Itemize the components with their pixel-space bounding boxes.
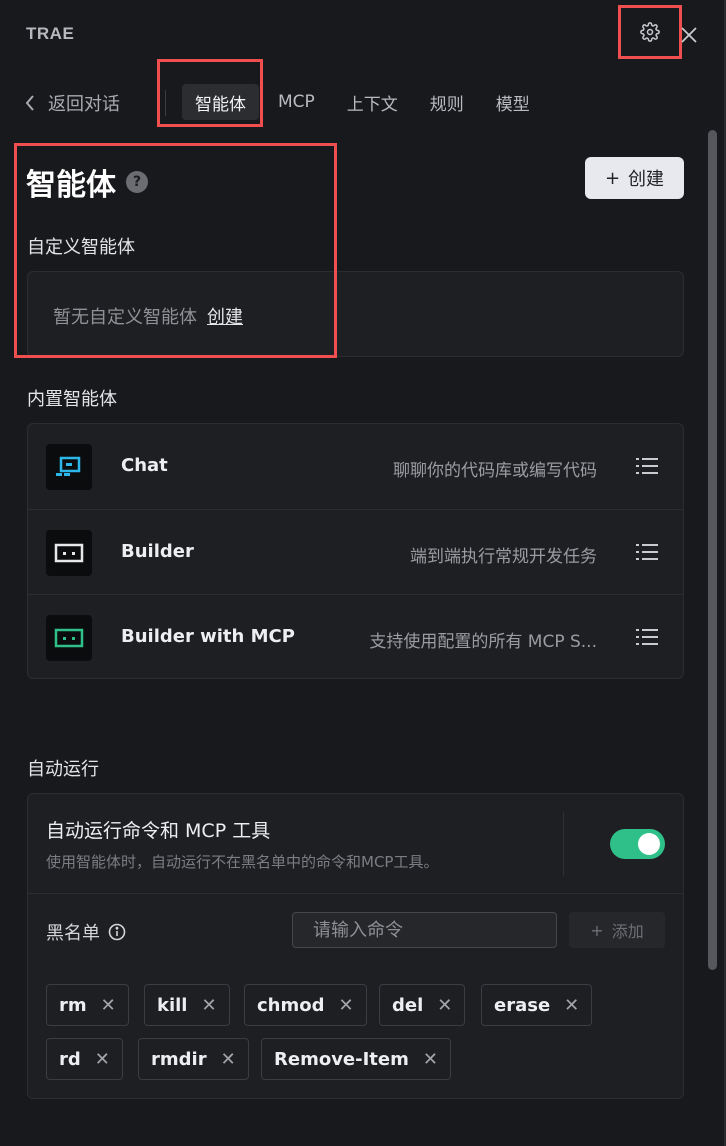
info-icon[interactable] <box>108 923 126 941</box>
remove-tag-icon[interactable]: ✕ <box>101 995 116 1016</box>
agent-description: 支持使用配置的所有 MCP S... <box>369 632 597 652</box>
tab-bar: 智能体 MCP 上下文 规则 模型 <box>182 84 549 120</box>
custom-agents-panel: 暂无自定义智能体 创建 <box>27 271 684 357</box>
close-icon <box>681 27 697 43</box>
tag-label: rmdir <box>151 1048 207 1070</box>
tag-label: rd <box>59 1048 81 1070</box>
chevron-left-icon <box>25 95 34 111</box>
blacklist-label: 黑名单 <box>46 919 126 945</box>
empty-text: 暂无自定义智能体 <box>53 307 197 328</box>
remove-tag-icon[interactable]: ✕ <box>201 995 216 1016</box>
agent-row-chat[interactable]: Chat 聊聊你的代码库或编写代码 <box>28 424 683 509</box>
divider <box>563 812 564 876</box>
list-menu-icon[interactable] <box>636 543 658 561</box>
blacklist-tag: Remove-Item ✕ <box>261 1038 451 1080</box>
builtin-agents-list: Chat 聊聊你的代码库或编写代码 Builder 端到端执行常规开发任务 Bu… <box>27 423 684 679</box>
tag-label: rm <box>59 994 87 1016</box>
page-title: 智能体 <box>26 168 116 203</box>
tag-label: Remove-Item <box>274 1048 409 1070</box>
auto-run-description: 使用智能体时，自动运行不在黑名单中的命令和MCP工具。 <box>46 853 439 871</box>
blacklist-tag: rmdir ✕ <box>138 1038 249 1080</box>
auto-run-panel: 自动运行命令和 MCP 工具 使用智能体时，自动运行不在黑名单中的命令和MCP工… <box>27 793 684 1099</box>
auto-run-toggle[interactable] <box>610 829 665 859</box>
builder-mcp-agent-icon <box>46 615 92 661</box>
tab-mcp[interactable]: MCP <box>265 84 328 120</box>
add-command-label: 添加 <box>611 922 644 941</box>
tag-label: kill <box>157 994 188 1016</box>
remove-tag-icon[interactable]: ✕ <box>423 1049 438 1070</box>
tag-label: del <box>392 994 424 1016</box>
back-label: 返回对话 <box>48 94 120 115</box>
agents-header: 智能体 ? <box>26 160 148 204</box>
settings-button[interactable] <box>618 5 682 59</box>
custom-create-link[interactable]: 创建 <box>207 303 243 329</box>
tag-label: erase <box>494 994 551 1016</box>
custom-agents-empty: 暂无自定义智能体 创建 <box>53 303 243 329</box>
chat-agent-icon <box>46 444 92 490</box>
agent-row-builder[interactable]: Builder 端到端执行常规开发任务 <box>28 509 683 594</box>
list-menu-icon[interactable] <box>636 628 658 646</box>
tab-models[interactable]: 模型 <box>483 84 543 120</box>
gear-icon <box>640 22 660 42</box>
blacklist-tag: chmod ✕ <box>244 984 367 1026</box>
tab-rules[interactable]: 规则 <box>417 84 477 120</box>
blacklist-tag: rd ✕ <box>46 1038 123 1080</box>
blacklist-command-input[interactable] <box>292 912 557 948</box>
app-title: TRAE <box>26 24 75 43</box>
back-to-chat-link[interactable]: 返回对话 <box>24 90 120 116</box>
create-agent-label: 创建 <box>628 169 665 190</box>
agent-name: Builder with MCP <box>121 626 295 647</box>
remove-tag-icon[interactable]: ✕ <box>339 995 354 1016</box>
tab-context[interactable]: 上下文 <box>334 84 411 120</box>
toggle-knob <box>638 833 660 855</box>
blacklist-tag: del ✕ <box>379 984 466 1026</box>
blacklist-tag: kill ✕ <box>144 984 230 1026</box>
custom-agents-label: 自定义智能体 <box>27 237 135 258</box>
auto-run-label: 自动运行 <box>27 759 99 780</box>
settings-nav: 返回对话 智能体 MCP 上下文 规则 模型 <box>0 68 726 136</box>
builtin-agents-label: 内置智能体 <box>27 389 117 410</box>
agent-name: Chat <box>121 455 168 476</box>
plus-icon: + <box>590 920 604 940</box>
builder-agent-icon <box>46 530 92 576</box>
blacklist-tag: erase ✕ <box>481 984 593 1026</box>
blacklist-tag: rm ✕ <box>46 984 129 1026</box>
divider <box>28 893 683 894</box>
agent-description: 聊聊你的代码库或编写代码 <box>393 461 597 481</box>
nav-divider <box>165 90 166 116</box>
remove-tag-icon[interactable]: ✕ <box>564 995 579 1016</box>
blacklist-label-text: 黑名单 <box>46 923 100 944</box>
add-command-button[interactable]: + 添加 <box>569 912 665 948</box>
create-agent-button[interactable]: + 创建 <box>585 157 684 199</box>
remove-tag-icon[interactable]: ✕ <box>221 1049 236 1070</box>
help-icon[interactable]: ? <box>126 171 148 193</box>
agent-row-builder-mcp[interactable]: Builder with MCP 支持使用配置的所有 MCP S... <box>28 594 683 679</box>
agent-name: Builder <box>121 541 194 562</box>
tab-agents[interactable]: 智能体 <box>182 84 259 120</box>
tag-label: chmod <box>257 994 325 1016</box>
title-bar: TRAE <box>0 0 726 68</box>
plus-icon: + <box>604 167 621 189</box>
remove-tag-icon[interactable]: ✕ <box>95 1049 110 1070</box>
remove-tag-icon[interactable]: ✕ <box>437 995 452 1016</box>
close-button[interactable] <box>676 22 702 48</box>
agent-description: 端到端执行常规开发任务 <box>410 547 597 567</box>
list-menu-icon[interactable] <box>636 457 658 475</box>
auto-run-title: 自动运行命令和 MCP 工具 <box>46 820 271 842</box>
scrollbar[interactable] <box>708 130 717 970</box>
